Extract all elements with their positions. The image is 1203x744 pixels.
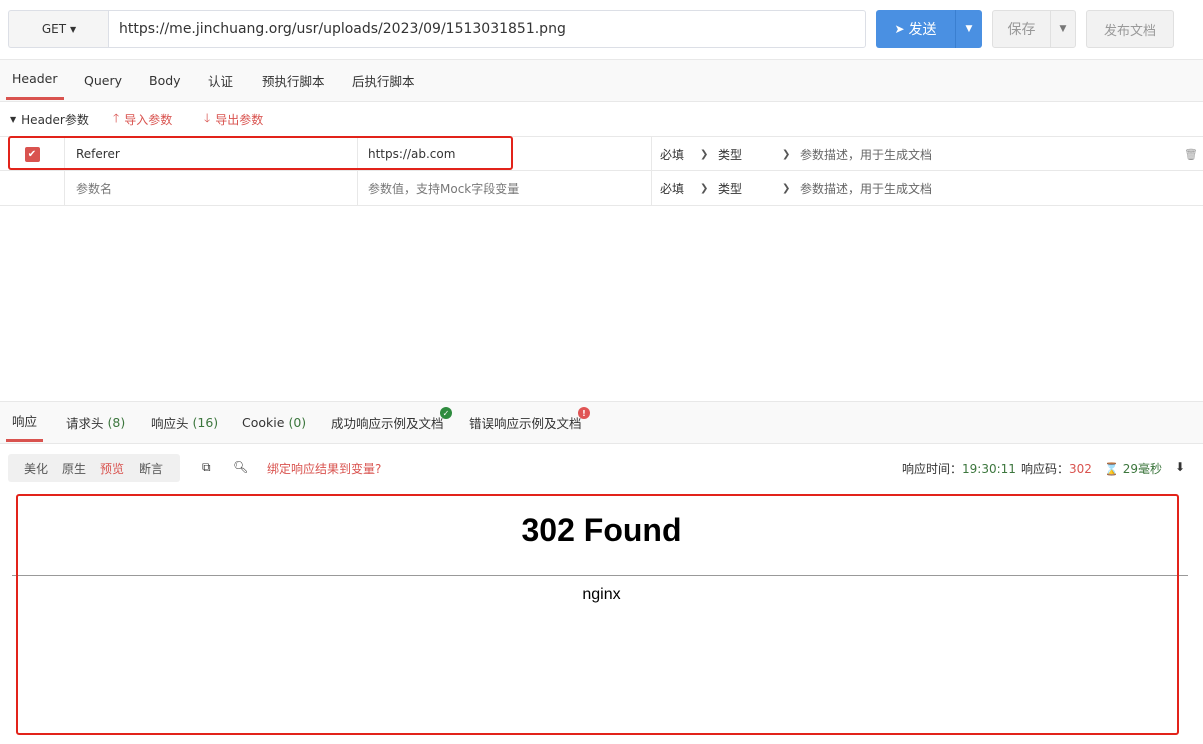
download-icon[interactable]: ⬇ (1175, 460, 1185, 474)
chevron-down-icon: ▼ (70, 24, 77, 34)
param-name-placeholder[interactable]: 参数名 (64, 171, 358, 205)
param-enabled-checkbox[interactable]: ✔ (24, 146, 40, 162)
tab-response-headers-label: 响应头 (151, 415, 189, 431)
request-toolbar: GET ▼ https://me.jinchuang.org/usr/uploa… (0, 0, 1203, 60)
param-required-select[interactable]: 必填 ❯ (660, 171, 718, 205)
tab-body[interactable]: Body (149, 60, 181, 100)
header-params-toggle[interactable]: ▼ Header参数 (10, 111, 89, 128)
method-select[interactable]: GET ▼ (8, 10, 109, 48)
param-type-label: 类型 (718, 147, 743, 162)
preview-title: 302 Found (521, 512, 682, 548)
param-description-placeholder[interactable]: 参数描述，用于生成文档 (800, 171, 1180, 205)
param-check-cell (0, 171, 64, 205)
send-button[interactable]: ➤ 发送 (876, 10, 956, 48)
tab-request-headers-label: 请求头 (66, 415, 104, 431)
header-params-label: Header参数 (21, 112, 89, 127)
response-toolbar: 美化 原生 预览 断言 ⧉ 🔍︎ 绑定响应结果到变量? 响应时间：19:30:1… (0, 444, 1203, 494)
tab-success-example[interactable]: 成功响应示例及文档 (331, 402, 444, 442)
arrow-down-icon: 🡓 (204, 110, 211, 125)
view-mode-assert[interactable]: 断言 (139, 460, 163, 477)
param-check-cell: ✔ (0, 137, 64, 171)
request-tabs: Header Query Body 认证 预执行脚本 后执行脚本 (0, 59, 1203, 102)
send-label: 发送 (908, 22, 937, 38)
response-duration-value: 29毫秒 (1122, 462, 1163, 476)
chevron-down-icon: ❯ (700, 182, 709, 194)
param-required-label: 必填 (660, 181, 685, 196)
view-mode-beautify[interactable]: 美化 (24, 460, 48, 477)
tab-post-script[interactable]: 后执行脚本 (352, 60, 415, 100)
preview-divider (12, 575, 1188, 576)
chevron-down-icon: ❯ (700, 148, 709, 160)
publish-doc-button[interactable]: 发布文档 (1086, 10, 1174, 48)
save-dropdown-button[interactable]: ▼ (1051, 24, 1075, 34)
param-new-row: 参数名 参数值，支持Mock字段变量 必填 ❯ 类型 ❯ 参数描述，用于生成文档 (0, 171, 1203, 206)
view-mode-raw[interactable]: 原生 (62, 460, 86, 477)
tab-response-headers[interactable]: 响应头 (16) (151, 402, 218, 442)
param-type-select[interactable]: 类型 ❯ (718, 137, 798, 171)
save-button-group: 保存 ▼ (992, 10, 1076, 48)
view-mode-preview[interactable]: 预览 (100, 460, 124, 477)
response-code: 响应码：302 (1021, 460, 1092, 477)
param-required-select[interactable]: 必填 ❯ (660, 137, 718, 171)
tab-header[interactable]: Header (6, 60, 64, 100)
copy-icon[interactable]: ⧉ (202, 460, 211, 475)
tab-request-headers-count: (8) (107, 414, 126, 430)
param-name-input[interactable]: Referer (64, 137, 358, 171)
paper-plane-icon: ➤ (894, 22, 905, 36)
send-dropdown-button[interactable]: ▼ (956, 24, 982, 34)
response-duration: ⌛ 29毫秒 (1104, 460, 1162, 477)
save-button[interactable]: 保存 (993, 11, 1051, 47)
tab-query[interactable]: Query (84, 60, 122, 100)
tab-cookie[interactable]: Cookie (0) (242, 402, 306, 442)
hourglass-icon: ⌛ (1104, 462, 1119, 476)
response-code-value: 302 (1069, 462, 1092, 476)
tab-response-headers-count: (16) (192, 414, 219, 430)
tab-response[interactable]: 响应 (6, 402, 44, 442)
tab-pre-script[interactable]: 预执行脚本 (262, 60, 325, 100)
export-params-button[interactable]: 🡓 导出参数 (204, 109, 263, 130)
param-type-label: 类型 (718, 181, 743, 196)
import-params-button[interactable]: 🡑 导入参数 (113, 109, 172, 130)
export-params-label: 导出参数 (215, 112, 264, 127)
tab-auth[interactable]: 认证 (208, 60, 233, 100)
param-type-select[interactable]: 类型 ❯ (718, 171, 798, 205)
import-params-label: 导入参数 (124, 112, 173, 127)
caret-down-icon: ▼ (10, 114, 17, 124)
param-value-input[interactable]: https://ab.com (358, 137, 652, 171)
search-icon[interactable]: 🔍︎ (233, 460, 248, 474)
tab-error-example[interactable]: 错误响应示例及文档 (469, 402, 582, 442)
send-button-group: ➤ 发送 ▼ (876, 10, 982, 48)
chevron-down-icon: ❯ (782, 182, 791, 194)
params-table: ✔ Referer https://ab.com 必填 ❯ 类型 ❯ 参数描述，… (0, 136, 1203, 206)
response-tabs: 响应 请求头 (8) 响应头 (16) Cookie (0) 成功响应示例及文档… (0, 401, 1203, 444)
preview-server: nginx (582, 586, 621, 603)
param-description-input[interactable]: 参数描述，用于生成文档 (800, 137, 1180, 171)
response-time: 响应时间：19:30:11 (902, 460, 1016, 477)
check-circle-icon: ✓ (440, 407, 452, 419)
trash-icon[interactable]: 🗑 (1184, 137, 1198, 171)
bind-variable-link[interactable]: 绑定响应结果到变量? (267, 460, 381, 477)
method-label: GET (41, 22, 67, 36)
tab-cookie-count: (0) (288, 414, 307, 430)
response-code-label: 响应码： (1021, 462, 1070, 476)
view-mode-segment: 美化 原生 预览 断言 (8, 454, 180, 482)
tab-request-headers[interactable]: 请求头 (8) (66, 402, 125, 442)
params-toolbar: ▼ Header参数 🡑 导入参数 🡓 导出参数 (0, 102, 1203, 136)
param-required-label: 必填 (660, 147, 685, 162)
tab-cookie-label: Cookie (242, 414, 285, 430)
response-time-label: 响应时间： (902, 462, 963, 476)
exclamation-circle-icon: ! (578, 407, 590, 419)
response-time-value: 19:30:11 (962, 462, 1016, 476)
response-preview: 302 Found nginx (0, 496, 1203, 744)
arrow-up-icon: 🡑 (113, 110, 120, 125)
param-value-placeholder[interactable]: 参数值，支持Mock字段变量 (358, 171, 652, 205)
param-row: ✔ Referer https://ab.com 必填 ❯ 类型 ❯ 参数描述，… (0, 136, 1203, 171)
url-input[interactable]: https://me.jinchuang.org/usr/uploads/202… (108, 10, 866, 48)
chevron-down-icon: ❯ (782, 148, 791, 160)
